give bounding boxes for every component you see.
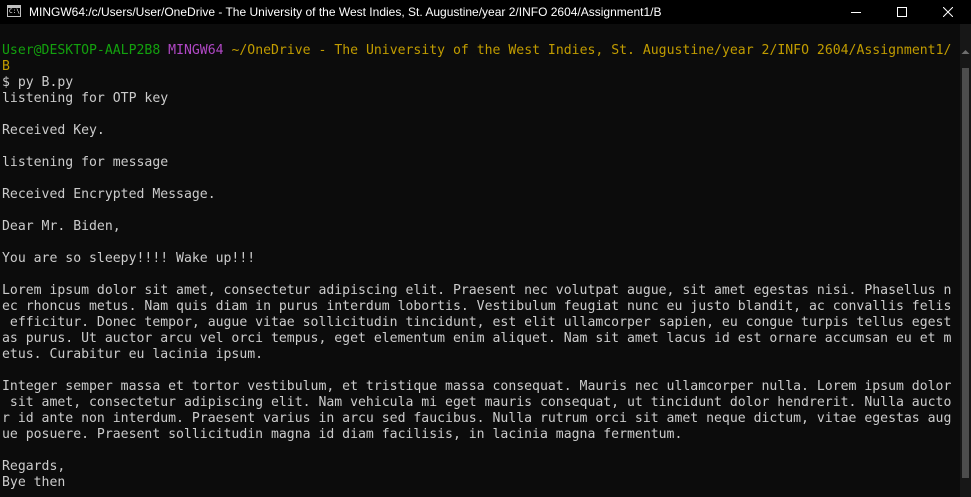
output-line: listening for message [2,155,169,170]
prompt-path: ~/OneDrive - The University of the West … [231,43,952,58]
output-line: ec rhoncus metus. Nam quis diam in purus… [2,299,952,314]
output-line: as purus. Ut auctor arcu vel orci tempus… [2,331,952,346]
output-line: etus. Curabitur eu lacinia ipsum. [2,347,264,362]
scrollbar-thumb[interactable] [962,68,969,478]
vertical-scrollbar[interactable] [960,24,971,497]
window-title: MINGW64:/c/Users/User/OneDrive - The Uni… [29,5,662,19]
output-line: ue posuere. Praesent sollicitudin magna … [2,427,683,442]
prompt-path-wrap: B [2,59,10,74]
output-line: r id ante non interdum. Praesent varius … [2,411,952,426]
maximize-icon [897,7,907,17]
output-line: Lorem ipsum dolor sit amet, consectetur … [2,283,952,298]
output-line: efficitur. Donec tempor, augue vitae sol… [2,315,952,330]
output-line: listening for OTP key [2,91,169,106]
output-line: Regards, [2,459,66,474]
terminal-window: C:\ MINGW64:/c/Users/User/OneDrive - The… [0,0,971,497]
minimize-icon [851,12,861,13]
output-line: Received Key. [2,123,105,138]
prompt-user-host: User@DESKTOP-AALP2B8 [2,43,161,58]
output-line: Bye then [2,475,66,490]
close-icon [943,7,953,17]
minimize-button[interactable] [833,0,879,24]
scroll-up-arrow-icon[interactable] [960,46,971,58]
command-line: $ py B.py [2,75,74,90]
output-line: Integer semper massa et tortor vestibulu… [2,379,952,394]
terminal-icon[interactable]: C:\ [7,5,21,17]
output-line: You are so sleepy!!!! Wake up!!! [2,251,256,266]
prompt-msystem: MINGW64 [168,43,224,58]
prompt-line: User@DESKTOP-AALP2B8 MINGW64 ~/OneDrive … [2,43,951,59]
maximize-button[interactable] [879,0,925,24]
output-line: sit amet, consectetur adipiscing elit. N… [2,395,952,410]
output-line: Received Encrypted Message. [2,187,216,202]
console-output[interactable]: User@DESKTOP-AALP2B8 MINGW64 ~/OneDrive … [0,24,960,497]
output-line: Dear Mr. Biden, [2,219,121,234]
close-button[interactable] [925,0,971,24]
title-bar[interactable]: C:\ MINGW64:/c/Users/User/OneDrive - The… [0,0,971,24]
